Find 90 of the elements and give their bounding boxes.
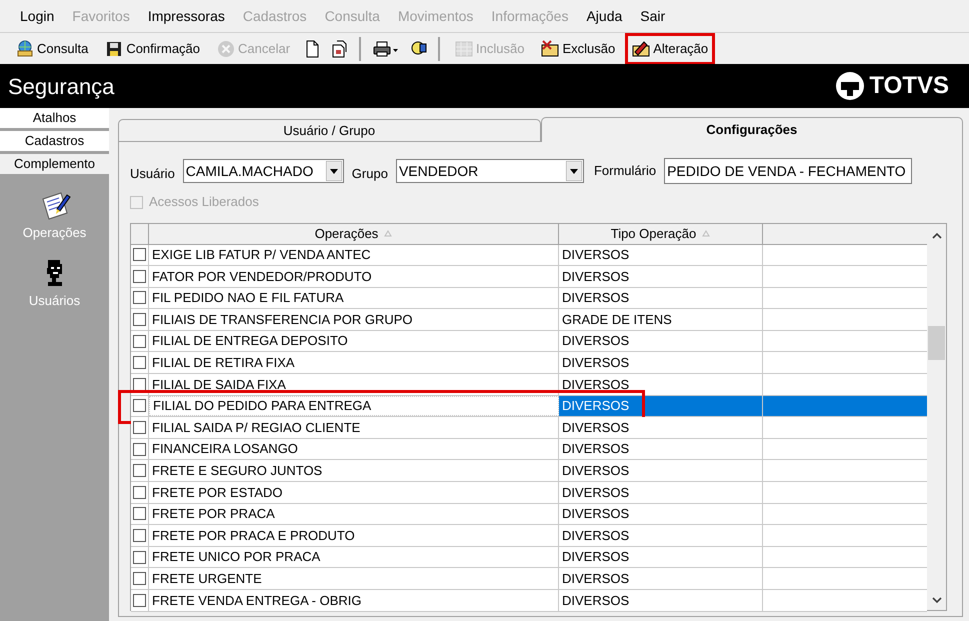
table-cell[interactable]: DIVERSOS [559,438,763,460]
table-cell[interactable]: DIVERSOS [559,460,763,482]
toolbar-button[interactable]: Alteração [628,36,712,62]
checkbox-label: Acessos Liberados [149,193,259,212]
table-cell[interactable]: FRETE E SEGURO JUNTOS [149,460,559,482]
menu-item[interactable]: Ajuda [586,6,622,26]
table-cell[interactable]: EXIGE LIB FATUR P/ VENDA ANTEC [149,244,559,266]
dropdown-arrow-icon [326,161,342,181]
menu-item[interactable]: Login [20,6,54,26]
app-title: Segurança [8,72,114,101]
table-cell[interactable]: DIVERSOS [559,352,763,374]
scroll-up-icon[interactable] [932,232,942,240]
globe-icon [16,40,34,58]
checkbox[interactable] [133,486,146,499]
table-cell[interactable]: FRETE UNICO POR PRACA [149,546,559,568]
table-cell[interactable]: DIVERSOS [559,396,763,416]
checkbox[interactable] [133,529,146,542]
table-cell[interactable]: FILIAL DE SAIDA FIXA [149,374,559,395]
checkbox[interactable] [133,248,146,262]
group-dropdown[interactable]: VENDEDOR [396,159,584,183]
checkbox[interactable] [133,421,146,434]
checkbox[interactable] [133,399,146,412]
user-dropdown[interactable]: CAMILA.MACHADO [182,159,344,183]
tab[interactable]: Configurações [540,117,963,142]
table-cell[interactable]: DIVERSOS [559,482,763,503]
table-cell[interactable]: DIVERSOS [559,266,763,287]
checkbox[interactable] [133,291,146,304]
table-cell[interactable]: FATOR POR VENDEDOR/PRODUTO [149,266,559,287]
table-cell[interactable]: FRETE VENDA ENTREGA - OBRIG [149,590,559,611]
table-cell[interactable]: FILIAIS DE TRANSFERENCIA POR GRUPO [149,309,559,330]
sidebar-tab[interactable]: Cadastros [0,131,109,154]
checkbox[interactable] [133,572,146,586]
scroll-down-icon[interactable] [932,596,942,604]
logo-text: TOTVS [869,71,949,101]
table-cell[interactable]: DIVERSOS [559,590,763,611]
toolbar-button[interactable]: Consulta [12,36,92,62]
table-cell[interactable]: DIVERSOS [559,244,763,266]
table-cell[interactable]: FRETE POR ESTADO [149,482,559,503]
checkbox[interactable] [133,507,146,520]
table-cell[interactable]: DIVERSOS [559,525,763,546]
form-field[interactable]: PEDIDO DE VENDA - FECHAMENTO [664,158,912,184]
copy-icon[interactable] [330,40,348,58]
checkbox[interactable] [133,594,146,607]
scroll-thumb[interactable] [928,326,945,360]
table-cell[interactable]: FRETE POR PRACA E PRODUTO [149,525,559,546]
menu-item[interactable]: Impressoras [148,6,225,26]
table-cell[interactable]: FIL PEDIDO NAO E FIL FATURA [149,288,559,308]
menu-item[interactable]: Sair [640,6,666,26]
field-label: Formulário [592,162,656,180]
table-cell[interactable]: FILIAL DE ENTREGA DEPOSITO [149,330,559,352]
folder-pencil-icon [632,40,650,58]
logo-icon [835,71,866,101]
table-cell[interactable]: GRADE DE ITENS [559,309,763,330]
toolbar-button[interactable]: Confirmação [101,36,204,62]
checkbox[interactable] [133,313,146,326]
cancel-icon [217,40,236,58]
grid-icon [455,40,474,58]
checkbox[interactable] [133,270,146,283]
table-cell[interactable]: DIVERSOS [559,330,763,352]
checkbox[interactable] [133,356,146,370]
table-cell[interactable]: FILIAL DE RETIRA FIXA [149,352,559,374]
table-cell[interactable]: FRETE POR PRACA [149,504,559,524]
toolbar-button[interactable]: Exclusão [537,36,620,62]
checkbox[interactable] [133,378,146,391]
table-cell[interactable]: FINANCEIRA LOSANGO [149,438,559,460]
checkbox[interactable] [133,550,146,564]
sidebar-tab[interactable]: Complemento [0,154,109,177]
table-cell[interactable]: DIVERSOS [559,504,763,524]
checkbox[interactable] [133,334,146,348]
table-cell[interactable]: DIVERSOS [559,417,763,438]
sort-arrow-icon [384,230,392,238]
sidebar-tab[interactable]: Atalhos [0,108,109,131]
folder-cross-icon [541,40,560,58]
table-cell[interactable]: FRETE URGENTE [149,568,559,589]
checkbox[interactable] [133,464,146,478]
table-cell[interactable]: DIVERSOS [559,288,763,308]
table-cell[interactable]: FILIAL DO PEDIDO PARA ENTREGA [149,396,559,416]
table-cell[interactable]: DIVERSOS [559,374,763,395]
table-cell[interactable]: DIVERSOS [559,546,763,568]
tab[interactable]: Usuário / Grupo [118,119,540,142]
checkbox[interactable] [133,442,146,456]
printer-icon[interactable] [372,40,400,58]
dropdown-arrow-icon [566,161,582,181]
save-icon [105,40,124,58]
field-label: Usuário [130,165,175,184]
table-cell[interactable]: FILIAL SAIDA P/ REGIAO CLIENTE [149,417,559,438]
table-cell[interactable]: DIVERSOS [559,568,763,589]
field-label: Grupo [352,165,388,184]
sort-arrow-icon [702,230,710,238]
scrollbar[interactable] [927,224,946,610]
